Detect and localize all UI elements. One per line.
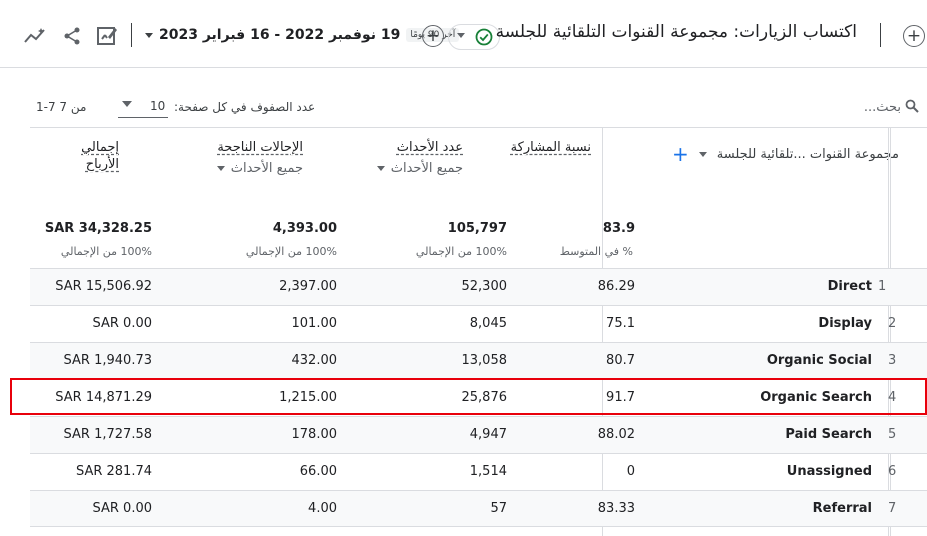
row-index: 1 bbox=[878, 279, 887, 294]
chevron-down-icon bbox=[457, 33, 465, 38]
insights-icon[interactable] bbox=[22, 24, 48, 48]
engagement-rate-header[interactable]: نسبة المشاركة bbox=[511, 140, 591, 155]
channel-name: Paid Search bbox=[785, 427, 872, 442]
event-count-header[interactable]: عدد الأحداث جميع الأحداث bbox=[376, 140, 463, 176]
conversions-header[interactable]: الإحالات الناجحة جميع الأحداث bbox=[216, 140, 303, 176]
conversions-filter-label: جميع الأحداث bbox=[230, 161, 303, 176]
title-divider bbox=[880, 23, 881, 47]
dimension-selector[interactable]: مجموعة القنوات ...تلقائية للجلسة bbox=[717, 147, 899, 162]
engagement-value: 88.02 bbox=[597, 427, 635, 442]
events-value: 57 bbox=[490, 501, 507, 516]
conversions-value: 2,397.00 bbox=[279, 279, 337, 294]
report-header: آخر 90 يومًا 19 نوفمبر 2022 - 16 فبراير … bbox=[0, 0, 927, 68]
chevron-down-icon bbox=[145, 32, 153, 38]
events-value: 13,058 bbox=[461, 353, 508, 368]
chevron-down-icon bbox=[122, 101, 132, 107]
table-toolbar: بحث... عدد الصفوف في كل صفحة: 10 1-7 من … bbox=[30, 90, 927, 128]
total-revenue-header[interactable]: إجمالي الأرباح bbox=[81, 140, 119, 172]
engagement-value: 86.29 bbox=[597, 279, 635, 294]
table-row[interactable]: 6 Unassigned 0 1,514 66.00 SAR 281.74 bbox=[30, 453, 927, 490]
events-value: 52,300 bbox=[461, 279, 508, 294]
chevron-down-icon bbox=[698, 151, 707, 157]
revenue-value: SAR 0.00 bbox=[92, 501, 153, 516]
row-highlight-box bbox=[10, 378, 927, 415]
revenue-value: SAR 15,506.92 bbox=[55, 279, 152, 294]
table-row[interactable]: 5 Paid Search 88.02 4,947 178.00 SAR 1,7… bbox=[30, 416, 927, 453]
events-value: 1,514 bbox=[469, 464, 507, 479]
conversions-value: 432.00 bbox=[291, 353, 338, 368]
engagement-value: 0 bbox=[626, 464, 635, 479]
total-revenue-sub: 100% من الإجمالي bbox=[60, 245, 152, 258]
toolbar-divider bbox=[131, 23, 132, 47]
engagement-rate-title: نسبة المشاركة bbox=[510, 140, 591, 155]
row-index: 5 bbox=[888, 427, 897, 442]
table-search[interactable]: بحث... bbox=[864, 98, 919, 117]
total-conversions: 4,393.00 bbox=[272, 221, 337, 236]
report-status-chip[interactable] bbox=[448, 24, 500, 50]
rows-per-page-label: عدد الصفوف في كل صفحة: bbox=[174, 100, 316, 114]
conversions-value: 101.00 bbox=[291, 316, 338, 331]
channel-name: Referral bbox=[812, 501, 872, 516]
table-row[interactable]: 1 Direct 86.29 52,300 2,397.00 SAR 15,50… bbox=[30, 268, 927, 305]
revenue-value: SAR 0.00 bbox=[92, 316, 153, 331]
revenue-value: SAR 1,727.58 bbox=[63, 427, 152, 442]
total-conversions-sub: 100% من الإجمالي bbox=[245, 245, 337, 258]
total-events: 105,797 bbox=[447, 221, 507, 236]
total-events-sub: 100% من الإجمالي bbox=[415, 245, 507, 258]
add-comparison-button[interactable]: + bbox=[422, 25, 444, 47]
conversions-filter[interactable]: جميع الأحداث bbox=[216, 161, 303, 176]
revenue-value: SAR 1,940.73 bbox=[63, 353, 152, 368]
row-index: 2 bbox=[888, 316, 897, 331]
date-range-text: 19 نوفمبر 2022 - 16 فبراير 2023 bbox=[159, 27, 401, 43]
event-filter[interactable]: جميع الأحداث bbox=[376, 161, 463, 176]
row-index: 6 bbox=[888, 464, 897, 479]
page-info: 1-7 من 7 bbox=[36, 100, 87, 114]
share-icon[interactable] bbox=[60, 24, 84, 48]
event-filter-label: جميع الأحداث bbox=[390, 161, 463, 176]
search-input[interactable]: بحث... bbox=[864, 100, 901, 115]
total-engagement: 83.9 bbox=[602, 221, 635, 236]
row-index: 3 bbox=[888, 353, 897, 368]
dimension-header[interactable]: مجموعة القنوات ...تلقائية للجلسة + bbox=[672, 144, 899, 164]
total-revenue-title-2: الأرباح bbox=[85, 157, 119, 172]
edit-report-icon[interactable] bbox=[95, 24, 119, 48]
chevron-down-icon bbox=[216, 166, 225, 171]
conversions-value: 4.00 bbox=[308, 501, 337, 516]
pagination: عدد الصفوف في كل صفحة: 10 1-7 من 7 bbox=[30, 98, 330, 120]
rows-per-page-select[interactable]: 10 bbox=[118, 98, 168, 118]
data-table: بحث... عدد الصفوف في كل صفحة: 10 1-7 من … bbox=[30, 90, 927, 536]
engagement-value: 83.33 bbox=[597, 501, 635, 516]
channel-name: Organic Social bbox=[766, 353, 872, 368]
total-engagement-sub: % في المتوسط bbox=[559, 245, 633, 258]
table-row[interactable]: 3 Organic Social 80.7 13,058 432.00 SAR … bbox=[30, 342, 927, 379]
rows-per-page-value: 10 bbox=[150, 99, 166, 113]
date-range-picker[interactable]: آخر 90 يومًا 19 نوفمبر 2022 - 16 فبراير … bbox=[145, 27, 460, 43]
total-revenue: SAR 34,328.25 bbox=[44, 221, 152, 236]
table-row[interactable]: 7 Referral 83.33 57 4.00 SAR 0.00 bbox=[30, 490, 927, 527]
engagement-value: 75.1 bbox=[606, 316, 635, 331]
channel-name: Unassigned bbox=[786, 464, 872, 479]
channel-name: Direct bbox=[827, 279, 872, 294]
events-value: 8,045 bbox=[469, 316, 507, 331]
conversions-value: 66.00 bbox=[299, 464, 337, 479]
event-count-title: عدد الأحداث bbox=[396, 140, 463, 155]
check-circle-icon bbox=[475, 28, 493, 50]
conversions-value: 178.00 bbox=[291, 427, 338, 442]
total-revenue-title-1: إجمالي bbox=[81, 140, 119, 155]
events-value: 4,947 bbox=[469, 427, 507, 442]
engagement-value: 80.7 bbox=[606, 353, 635, 368]
channel-name: Display bbox=[818, 316, 872, 331]
row-index: 7 bbox=[888, 501, 897, 516]
add-dimension-icon[interactable]: + bbox=[672, 144, 689, 164]
chevron-down-icon bbox=[376, 166, 385, 171]
search-icon bbox=[905, 98, 919, 117]
add-tab-button[interactable]: + bbox=[903, 25, 925, 47]
page-title: اكتساب الزيارات: مجموعة القنوات التلقائي… bbox=[495, 22, 857, 42]
conversions-title: الإحالات الناجحة bbox=[217, 140, 303, 155]
table-row[interactable]: 2 Display 75.1 8,045 101.00 SAR 0.00 bbox=[30, 305, 927, 342]
revenue-value: SAR 281.74 bbox=[75, 464, 152, 479]
